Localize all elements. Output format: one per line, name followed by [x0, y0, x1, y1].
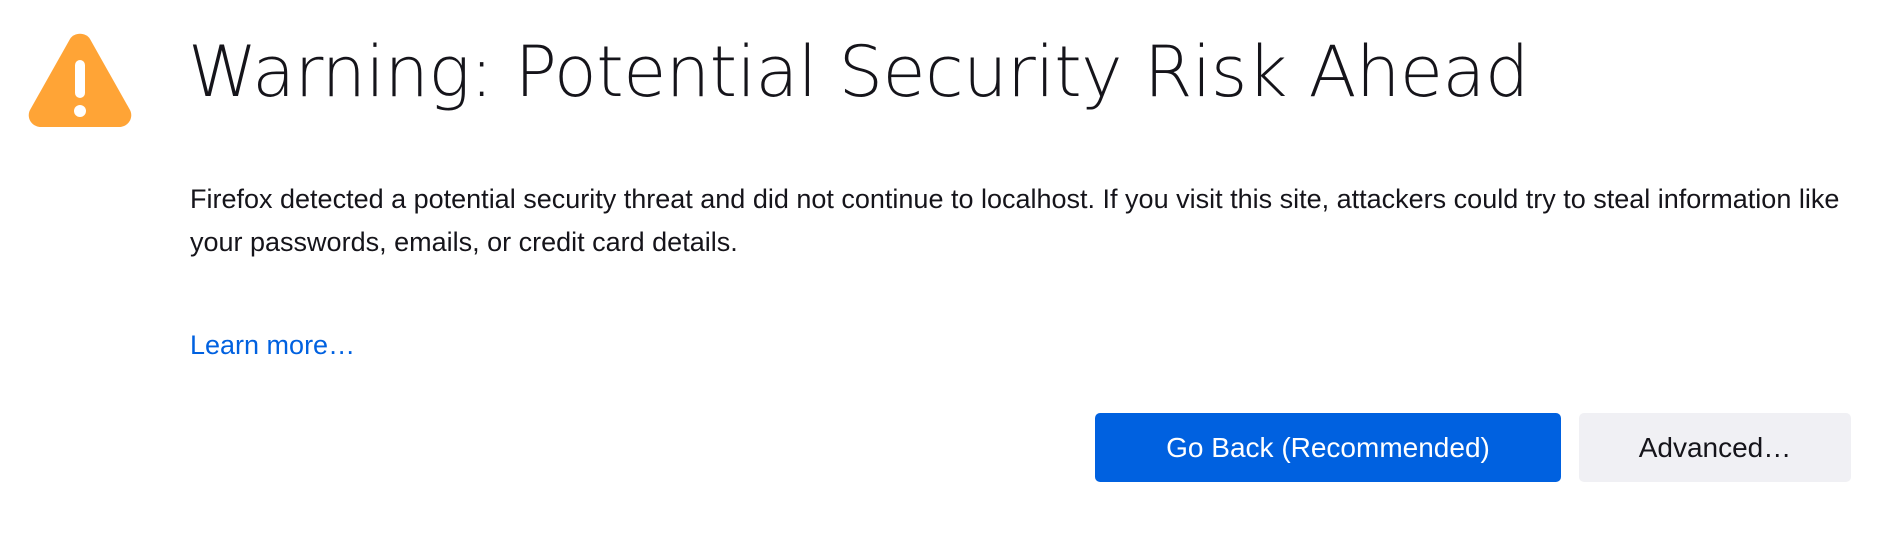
page-title: Warning: Potential Security Risk Ahead — [188, 31, 1529, 113]
warning-description: Firefox detected a potential security th… — [190, 184, 1840, 257]
warning-triangle-icon — [28, 33, 132, 127]
advanced-button[interactable]: Advanced… — [1579, 413, 1851, 482]
go-back-button[interactable]: Go Back (Recommended) — [1095, 413, 1561, 482]
learn-more-link[interactable]: Learn more… — [190, 325, 355, 365]
